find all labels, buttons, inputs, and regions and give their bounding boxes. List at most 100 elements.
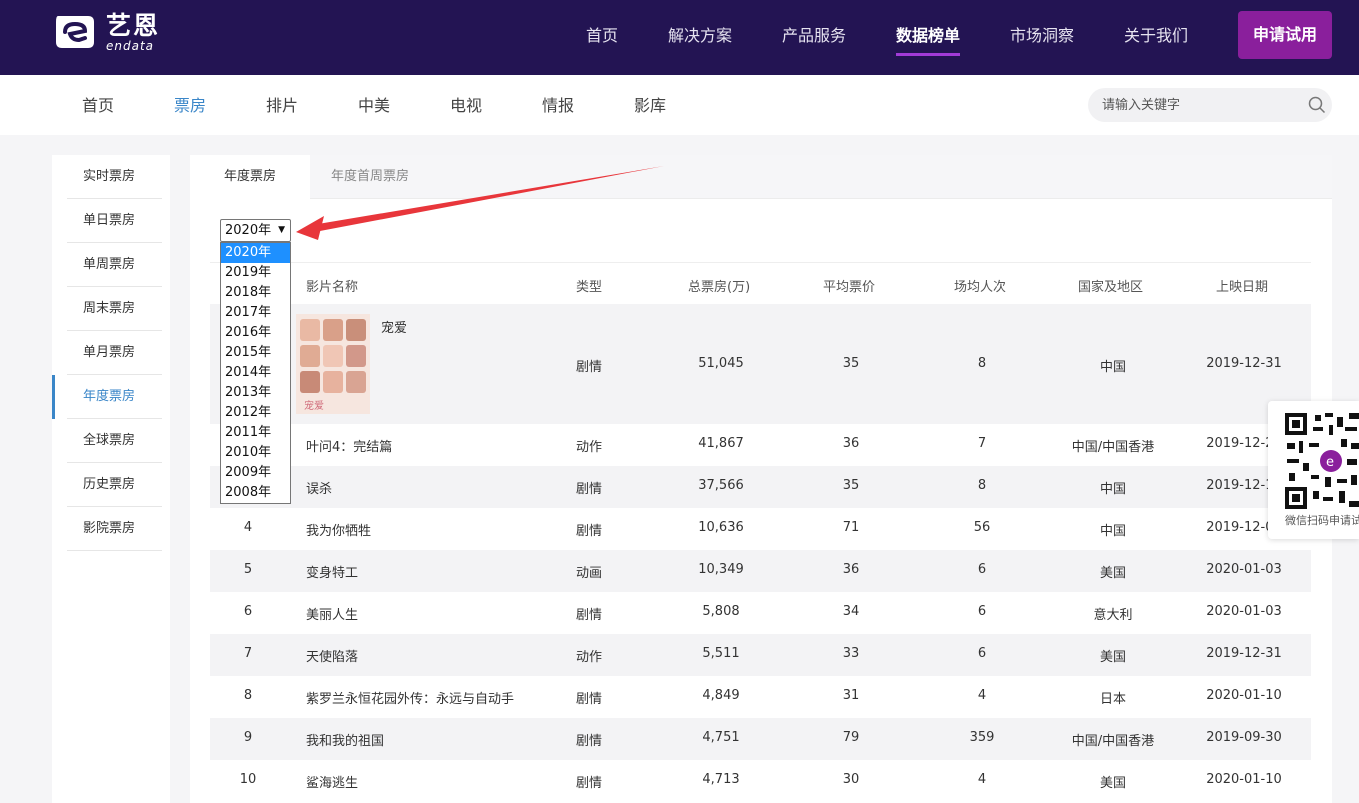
sub-nav-tv[interactable]: 电视	[450, 96, 482, 116]
table-row[interactable]: 2 叶问4：完结篇 动作 41,867 36 7 中国/中国香港 2019-12…	[210, 424, 1311, 466]
sidebar-item-daily[interactable]: 单日票房	[52, 199, 170, 243]
cell-people: 6	[977, 646, 987, 661]
top-nav-rankings[interactable]: 数据榜单	[896, 25, 961, 56]
sidebar-item-label: 周末票房	[83, 301, 136, 316]
table-row[interactable]: 10 鲨海逃生 剧情 4,713 30 4 美国 2020-01-10	[210, 760, 1311, 802]
left-sidebar: 实时票房 单日票房 单周票房 周末票房 单月票房 年度票房 全球票房 历史票房 …	[52, 155, 170, 803]
cell-date: 2020-01-10	[1206, 772, 1282, 787]
cell-people: 4	[977, 772, 987, 787]
cell-price: 33	[842, 646, 860, 661]
sidebar-item-weekly[interactable]: 单周票房	[52, 243, 170, 287]
cell-rank: 7	[243, 646, 253, 661]
cell-region: 中国/中国香港	[1071, 440, 1155, 455]
year-option[interactable]: 2011年	[221, 423, 290, 443]
year-option[interactable]: 2008年	[221, 483, 290, 503]
sidebar-item-realtime[interactable]: 实时票房	[52, 155, 170, 199]
year-option[interactable]: 2010年	[221, 443, 290, 463]
sub-nav-schedule[interactable]: 排片	[266, 96, 298, 116]
cell-title[interactable]: 宠爱	[381, 317, 407, 336]
sub-nav-library[interactable]: 影库	[634, 96, 666, 116]
cell-title[interactable]: 美丽人生	[306, 604, 358, 623]
cell-date: 2019-09-30	[1206, 730, 1282, 745]
cell-region: 日本	[1099, 692, 1127, 707]
cell-title[interactable]: 天使陷落	[306, 646, 358, 665]
cell-genre: 动作	[576, 440, 603, 455]
cell-price: 31	[842, 688, 860, 703]
cell-price: 36	[842, 562, 860, 577]
sidebar-item-annual[interactable]: 年度票房	[52, 375, 170, 419]
cell-price: 79	[842, 730, 860, 745]
table-row[interactable]: 7 天使陷落 动作 5,511 33 6 美国 2019-12-31	[210, 634, 1311, 676]
year-option[interactable]: 2017年	[221, 303, 290, 323]
top-nav-solutions[interactable]: 解决方案	[668, 25, 732, 47]
year-option[interactable]: 2018年	[221, 283, 290, 303]
year-option[interactable]: 2013年	[221, 383, 290, 403]
cell-title[interactable]: 我为你牺牲	[306, 520, 371, 539]
movie-poster[interactable]: 宠爱	[296, 314, 370, 414]
sidebar-item-cinema[interactable]: 影院票房	[52, 507, 170, 551]
qr-code-card[interactable]: e 微信扫码申请试用	[1268, 401, 1359, 539]
cell-title[interactable]: 鲨海逃生	[306, 772, 358, 791]
year-option[interactable]: 2019年	[221, 263, 290, 283]
cell-title[interactable]: 我和我的祖国	[306, 730, 384, 749]
table-row[interactable]: 8 紫罗兰永恒花园外传：永远与自动手 剧情 4,849 31 4 日本 2020…	[210, 676, 1311, 718]
cell-price: 35	[842, 356, 860, 371]
cell-title[interactable]: 误杀	[306, 478, 332, 497]
cell-price: 30	[842, 772, 860, 787]
search-icon[interactable]	[1308, 96, 1326, 114]
brand-logo[interactable]: 艺恩 endata	[52, 12, 160, 52]
table-row[interactable]: 4 我为你牺牲 剧情 10,636 71 56 中国 2019-12-06	[210, 508, 1311, 550]
top-nav-about[interactable]: 关于我们	[1124, 25, 1188, 47]
cell-title[interactable]: 变身特工	[306, 562, 358, 581]
year-option[interactable]: 2020年	[221, 243, 290, 263]
search-box	[1088, 88, 1332, 122]
cell-box: 5,511	[702, 646, 740, 661]
year-option[interactable]: 2009年	[221, 463, 290, 483]
search-input[interactable]	[1102, 96, 1292, 114]
top-nav-products[interactable]: 产品服务	[782, 25, 846, 47]
tab-annual-boxoffice[interactable]: 年度票房	[190, 155, 310, 199]
year-option[interactable]: 2015年	[221, 343, 290, 363]
cell-region: 美国	[1099, 650, 1127, 665]
sidebar-item-monthly[interactable]: 单月票房	[52, 331, 170, 375]
cell-region: 中国	[1099, 482, 1127, 497]
table-row[interactable]: 3 误杀 剧情 37,566 35 8 中国 2019-12-13	[210, 466, 1311, 508]
year-select-value: 2020年	[225, 223, 272, 238]
sub-nav-intel[interactable]: 情报	[542, 96, 574, 116]
year-option[interactable]: 2012年	[221, 403, 290, 423]
cell-date: 2020-01-10	[1206, 688, 1282, 703]
year-option[interactable]: 2016年	[221, 323, 290, 343]
cell-rank: 9	[243, 730, 253, 745]
top-nav-home[interactable]: 首页	[586, 25, 618, 47]
top-header: 艺恩 endata 首页 解决方案 产品服务 数据榜单 市场洞察 关于我们 申请…	[0, 0, 1359, 75]
header-box: 总票房(万)	[688, 280, 751, 295]
sub-nav-sino-us[interactable]: 中美	[358, 96, 390, 116]
cell-genre: 剧情	[576, 692, 603, 707]
top-nav-insights[interactable]: 市场洞察	[1010, 25, 1074, 47]
cell-genre: 剧情	[576, 776, 603, 791]
year-option[interactable]: 2014年	[221, 363, 290, 383]
sidebar-item-weekend[interactable]: 周末票房	[52, 287, 170, 331]
cell-region: 美国	[1099, 566, 1127, 581]
sidebar-item-history[interactable]: 历史票房	[52, 463, 170, 507]
year-select[interactable]: 2020年 ▼	[220, 219, 291, 242]
qr-code-icon: e	[1285, 413, 1359, 509]
tab-annual-first-week[interactable]: 年度首周票房	[310, 155, 430, 199]
cell-title[interactable]: 紫罗兰永恒花园外传：永远与自动手	[306, 688, 514, 707]
table-row[interactable]: 5 变身特工 动画 10,349 36 6 美国 2020-01-03	[210, 550, 1311, 592]
cell-region: 意大利	[1093, 608, 1133, 623]
table-row[interactable]: 1 宠爱 宠爱 剧情 51,045 35 8 中国 2019-12-31	[210, 304, 1311, 424]
header-date: 上映日期	[1216, 280, 1269, 295]
sidebar-item-label: 历史票房	[83, 477, 136, 492]
sub-nav-boxoffice[interactable]: 票房	[174, 96, 206, 116]
table-row[interactable]: 6 美丽人生 剧情 5,808 34 6 意大利 2020-01-03	[210, 592, 1311, 634]
apply-trial-button[interactable]: 申请试用	[1238, 11, 1332, 59]
sub-nav-home[interactable]: 首页	[82, 96, 114, 116]
cell-genre: 剧情	[576, 524, 603, 539]
cell-title[interactable]: 叶问4：完结篇	[306, 436, 392, 455]
cell-rank: 4	[243, 520, 253, 535]
sidebar-item-label: 单月票房	[83, 345, 136, 360]
table-row[interactable]: 9 我和我的祖国 剧情 4,751 79 359 中国/中国香港 2019-09…	[210, 718, 1311, 760]
sidebar-item-global[interactable]: 全球票房	[52, 419, 170, 463]
cell-box: 4,751	[702, 730, 740, 745]
